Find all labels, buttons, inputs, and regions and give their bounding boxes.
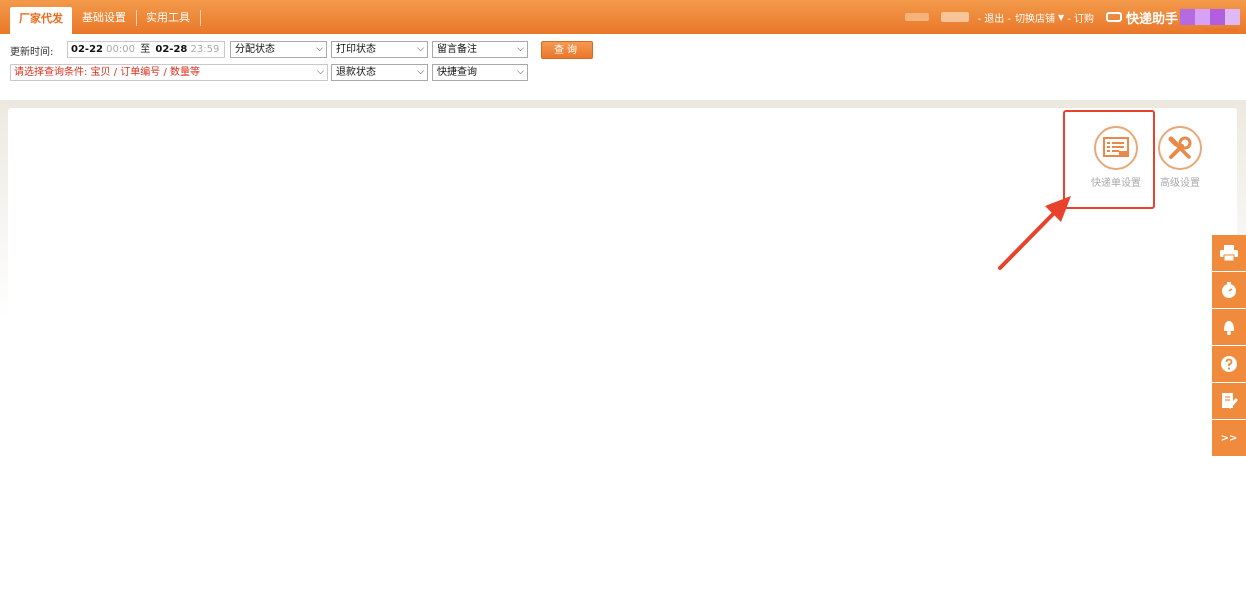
highlight-box bbox=[1063, 110, 1155, 209]
print-status-value: 打印状态 bbox=[336, 44, 376, 55]
help-icon bbox=[1221, 356, 1237, 372]
quick-query-select[interactable]: 快捷查询 ⌵ bbox=[432, 64, 528, 81]
chevron-down-icon: ⌵ bbox=[517, 67, 524, 77]
assign-status-select[interactable]: 分配状态 ⌵ bbox=[230, 41, 327, 58]
chevron-down-icon: ⌵ bbox=[317, 67, 324, 77]
to-label: 至 bbox=[140, 44, 151, 55]
query-condition-select[interactable]: 请选择查询条件: 宝贝 / 订单编号 / 数量等 ⌵ bbox=[10, 64, 328, 81]
advanced-settings-button[interactable]: 高级设置 bbox=[1150, 126, 1210, 189]
time-from[interactable]: 00:00 bbox=[106, 44, 135, 55]
brand-name: 快递助手 bbox=[1125, 11, 1178, 27]
edit-note-icon bbox=[1222, 393, 1238, 409]
side-timer-button[interactable] bbox=[1212, 272, 1246, 308]
brand-logo: 快递助手 bbox=[1105, 8, 1240, 27]
query-button[interactable]: 查询 bbox=[541, 41, 593, 59]
blurred-shop-name bbox=[905, 13, 930, 21]
time-to[interactable]: 23:59 bbox=[191, 44, 220, 55]
expand-label: >> bbox=[1220, 432, 1238, 444]
chevron-down-icon: ⌵ bbox=[316, 44, 323, 54]
quick-query-value: 快捷查询 bbox=[437, 67, 477, 78]
refund-status-value: 退款状态 bbox=[336, 67, 376, 78]
pointer-arrow-icon bbox=[998, 196, 1071, 270]
wrench-screwdriver-icon bbox=[1158, 126, 1202, 170]
tab-separator bbox=[136, 10, 137, 26]
printer-icon bbox=[1220, 245, 1238, 262]
side-notification-button[interactable] bbox=[1212, 309, 1246, 345]
filter-panel: 更新时间: 02-22 00:00 至 02-28 23:59 分配状态 ⌵ 打… bbox=[0, 34, 1246, 100]
message-note-value: 留言备注 bbox=[437, 44, 477, 55]
brand-icon bbox=[1105, 12, 1122, 22]
side-print-button[interactable] bbox=[1212, 235, 1246, 271]
update-time-label: 更新时间: bbox=[10, 47, 54, 58]
tab-basic-settings[interactable]: 基础设置 bbox=[82, 10, 126, 26]
message-note-select[interactable]: 留言备注 ⌵ bbox=[432, 41, 528, 58]
chevron-down-icon[interactable]: ▼ bbox=[1058, 13, 1064, 22]
side-edit-note-button[interactable] bbox=[1212, 383, 1246, 419]
chevron-down-icon: ⌵ bbox=[417, 44, 424, 54]
date-from[interactable]: 02-22 bbox=[71, 44, 103, 55]
notification-icon bbox=[1224, 321, 1234, 335]
query-condition-value: 请选择查询条件: 宝贝 / 订单编号 / 数量等 bbox=[14, 67, 201, 78]
tab-factory-shipping[interactable]: 厂家代发 bbox=[10, 7, 72, 34]
chevron-down-icon: ⌵ bbox=[417, 67, 424, 77]
blurred-user-name bbox=[941, 12, 970, 22]
refund-status-select[interactable]: 退款状态 ⌵ bbox=[331, 64, 428, 81]
blurred-brand-suffix bbox=[1180, 9, 1240, 25]
panel-shadow-left bbox=[0, 100, 8, 320]
assign-status-value: 分配状态 bbox=[235, 44, 275, 55]
side-toolbar: >> bbox=[1212, 235, 1246, 457]
print-status-select[interactable]: 打印状态 ⌵ bbox=[331, 41, 428, 58]
advanced-settings-label: 高级设置 bbox=[1160, 178, 1200, 189]
side-expand-button[interactable]: >> bbox=[1212, 420, 1246, 456]
switch-store-link[interactable]: 切换店铺 bbox=[1015, 10, 1055, 25]
top-right-links: - 退出 - 切换店铺 ▼ - 订购 快递助手 bbox=[905, 0, 1240, 34]
tab-separator bbox=[200, 10, 201, 26]
date-range-field[interactable]: 02-22 00:00 至 02-28 23:59 bbox=[67, 41, 225, 58]
tab-utility-tools[interactable]: 实用工具 bbox=[146, 10, 190, 26]
side-help-button[interactable] bbox=[1212, 346, 1246, 382]
top-nav-bar: 厂家代发 基础设置 实用工具 - 退出 - 切换店铺 ▼ - 订购 快递助手 bbox=[0, 0, 1246, 34]
order-link[interactable]: - 订购 bbox=[1067, 10, 1094, 25]
date-to[interactable]: 02-28 bbox=[155, 44, 187, 55]
chevron-down-icon: ⌵ bbox=[517, 44, 524, 54]
app-root: 厂家代发 基础设置 实用工具 - 退出 - 切换店铺 ▼ - 订购 快递助手 更… bbox=[0, 0, 1246, 593]
timer-icon bbox=[1222, 282, 1236, 298]
logout-link[interactable]: - 退出 - bbox=[977, 10, 1011, 25]
